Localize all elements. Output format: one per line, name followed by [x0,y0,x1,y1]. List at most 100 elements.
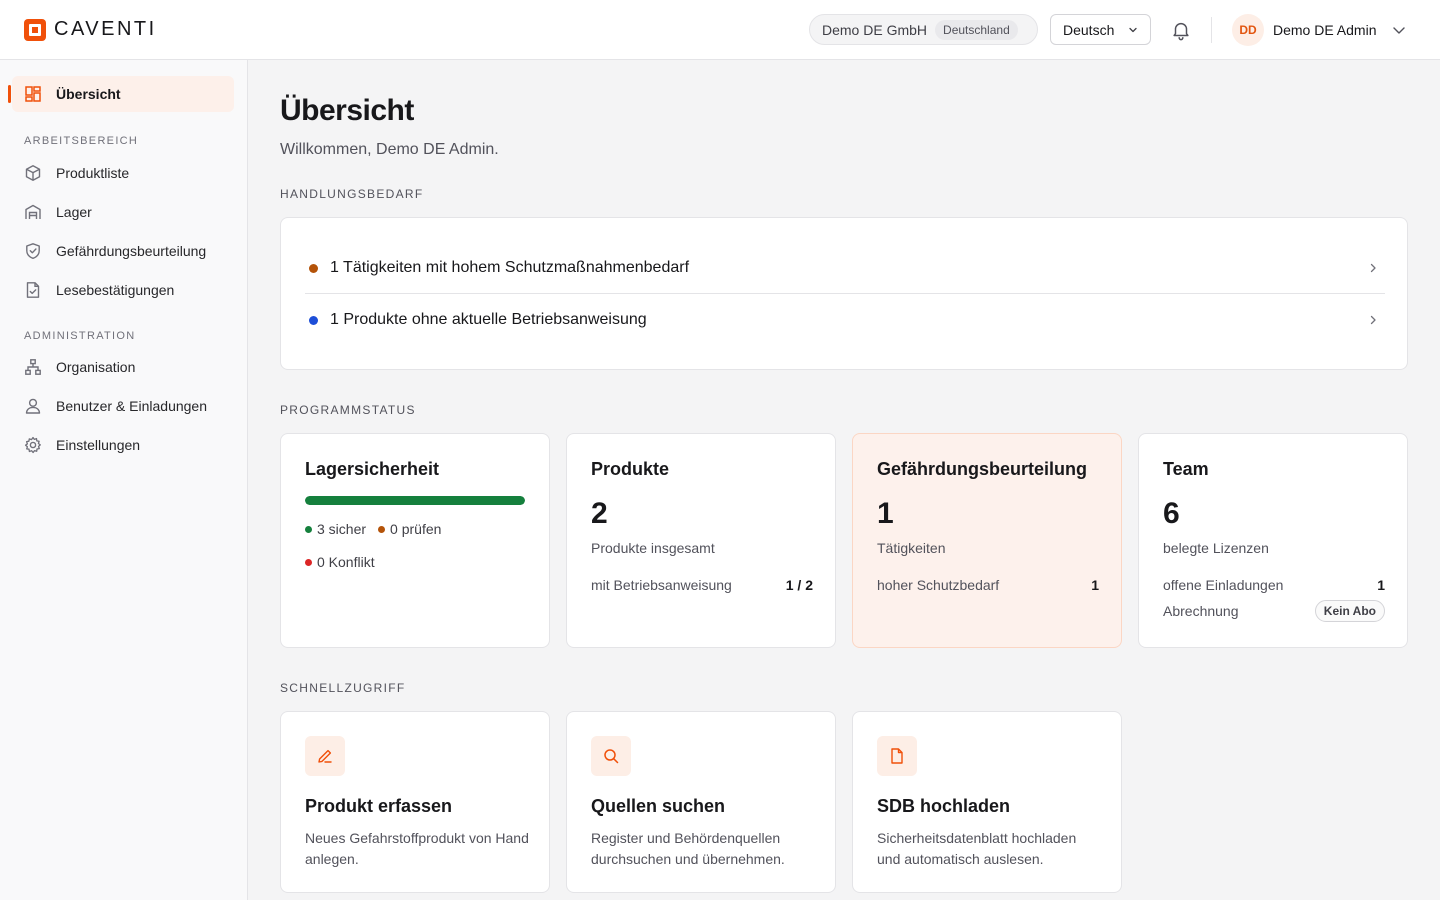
document-check-icon [26,282,40,298]
caventi-logo-icon [24,18,46,41]
page-title: Übersicht [280,94,414,127]
organization-country-badge: Deutschland [935,19,1018,40]
products-card[interactable]: Produkte 2 Produkte insgesamt mit Betrie… [566,433,836,648]
gear-icon [24,436,41,454]
sidebar-item-label: Benutzer & Einladungen [56,398,207,414]
open-invitations-line: offene Einladungen 1 [1163,577,1385,593]
organization-name: Demo DE GmbH [822,21,928,38]
line-label: Abrechnung [1163,603,1239,619]
status-dot [305,558,312,566]
quick-action-title: SDB hochladen [877,796,1011,816]
user-icon [25,398,41,414]
legend-safe: 3 sicher [305,521,366,537]
sidebar-item-label: Einstellungen [56,437,141,453]
licenses-subtitle: belegte Lizenzen [1163,540,1269,556]
risk-assessment-card[interactable]: Gefährdungsbeurteilung 1 Tätigkeiten hoh… [852,433,1122,648]
user-name: Demo DE Admin [1273,22,1377,38]
sidebar-section-administration: ADMINISTRATION [24,330,136,342]
organization-selector[interactable]: Demo DE GmbH Deutschland [809,14,1038,45]
sidebar-item-label: Lesebestätigungen [56,282,175,298]
pencil-icon [318,749,332,763]
search-icon [604,749,619,764]
quick-action-upload-sds[interactable]: SDB hochladen Sicherheitsdatenblatt hoch… [852,711,1122,893]
main-content: Übersicht Willkommen, Demo DE Admin. HAN… [248,60,1440,900]
sidebar-item-product-list[interactable]: Produktliste [12,156,234,190]
user-menu[interactable]: DD Demo DE Admin [1232,14,1407,46]
licenses-count: 6 [1163,497,1180,530]
card-title: Gefährdungsbeurteilung [877,459,1088,479]
legend-check: 0 prüfen [378,521,441,537]
chevron-right-icon [1370,263,1376,273]
storage-legend-conflict: 0 Konflikt [305,554,375,570]
quick-action-icon-box [591,736,631,776]
warehouse-icon [25,204,41,219]
shield-icon [26,243,40,259]
status-dot [305,525,312,533]
sidebar-item-overview[interactable]: Übersicht [8,76,234,112]
storage-progress-fill [305,496,525,505]
card-title: Team [1163,459,1209,479]
storage-progress-bar [305,496,525,505]
sidebar-item-storage[interactable]: Lager [12,195,234,229]
sidebar-item-read-confirmations[interactable]: Lesebestätigungen [12,273,234,307]
box-icon [25,165,41,181]
line-value: 1 [1377,577,1385,593]
line-label: offene Einladungen [1163,577,1284,593]
sidebar-item-label: Lager [56,204,92,220]
line-label: mit Betriebsanweisung [591,577,732,593]
activities-count: 1 [877,497,894,530]
bell-icon[interactable] [1170,19,1192,41]
quick-action-icon-box [305,736,345,776]
brand-logo[interactable]: CAVENTI [24,18,157,41]
storage-legend: 3 sicher 0 prüfen [305,521,441,537]
welcome-text: Willkommen, Demo DE Admin. [280,141,499,158]
legend-label: 0 prüfen [390,521,442,537]
legend-conflict: 0 Konflikt [305,554,375,570]
legend-label: 0 Konflikt [317,554,375,570]
storage-safety-card[interactable]: Lagersicherheit 3 sicher 0 prüfen 0 Konf… [280,433,550,648]
high-protection-line: hoher Schutzbedarf 1 [877,577,1099,593]
action-item-high-protection[interactable]: 1 Tätigkeiten mit hohem Schutzmaßnahmenb… [305,242,1385,294]
status-dot [309,315,318,325]
quick-action-title: Quellen suchen [591,796,726,816]
top-bar: CAVENTI Demo DE GmbH Deutschland Deutsch… [0,0,1440,60]
action-item-missing-instructions[interactable]: 1 Produkte ohne aktuelle Betriebsanweisu… [305,294,1385,346]
line-value: 1 [1091,577,1099,593]
products-subtitle: Produkte insgesamt [591,540,715,556]
activities-subtitle: Tätigkeiten [877,540,946,556]
language-dropdown[interactable]: Deutsch [1050,14,1151,45]
team-card[interactable]: Team 6 belegte Lizenzen offene Einladung… [1138,433,1408,648]
chevron-right-icon [1370,315,1376,325]
sidebar-item-label: Produktliste [56,165,130,181]
language-label: Deutsch [1063,21,1115,38]
header-divider [1211,17,1212,43]
quick-action-icon-box [877,736,917,776]
sidebar-item-users-invitations[interactable]: Benutzer & Einladungen [12,389,234,423]
billing-line: Abrechnung Kein Abo [1163,600,1385,622]
sidebar-item-label: Gefährdungsbeurteilung [56,243,207,259]
legend-label: 3 sicher [317,521,367,537]
sidebar-item-settings[interactable]: Einstellungen [12,428,234,462]
action-item-text: 1 Produkte ohne aktuelle Betriebsanweisu… [330,311,647,328]
quick-action-search-sources[interactable]: Quellen suchen Register und Behördenquel… [566,711,836,893]
chevron-down-icon [1393,27,1406,34]
quick-action-add-product[interactable]: Produkt erfassen Neues Gefahrstoffproduk… [280,711,550,893]
sidebar-item-organisation[interactable]: Organisation [12,350,234,384]
sidebar-section-workspace: ARBEITSBEREICH [24,135,139,147]
action-item-text: 1 Tätigkeiten mit hohem Schutzmaßnahmenb… [330,259,690,276]
sidebar-item-label: Organisation [56,359,136,375]
quick-action-description: Sicherheitsdatenblatt hochladen und auto… [877,830,1077,867]
products-instructions-line: mit Betriebsanweisung 1 / 2 [591,577,813,593]
chevron-down-icon [1129,27,1137,32]
status-dot [309,263,318,273]
section-heading-program-status: PROGRAMMSTATUS [280,403,416,417]
section-heading-quick-access: SCHNELLZUGRIFF [280,681,406,695]
quick-action-description: Neues Gefahrstoffprodukt von Hand anlege… [305,830,529,867]
sidebar-item-risk-assessment[interactable]: Gefährdungsbeurteilung [12,234,234,268]
quick-action-title: Produkt erfassen [305,796,453,816]
org-chart-icon [25,359,41,375]
sidebar: Übersicht ARBEITSBEREICH Produktliste La… [0,60,248,900]
card-title: Lagersicherheit [305,459,440,479]
section-heading-action-required: HANDLUNGSBEDARF [280,187,424,201]
avatar: DD [1232,14,1264,46]
